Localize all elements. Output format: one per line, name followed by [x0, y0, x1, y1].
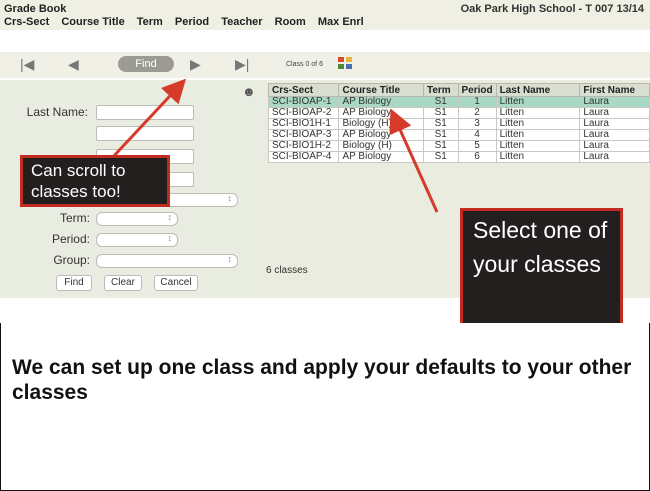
arrow-to-toolbar [110, 78, 187, 160]
gradebook-window: Grade Book Oak Park High School - T 007 … [0, 0, 650, 323]
slide-caption: We can set up one class and apply your d… [12, 356, 632, 404]
arrow-to-selected-class [389, 108, 439, 213]
select-callout: Select one of your classes [460, 208, 623, 323]
scroll-callout: Can scroll to classes too! [20, 155, 170, 207]
